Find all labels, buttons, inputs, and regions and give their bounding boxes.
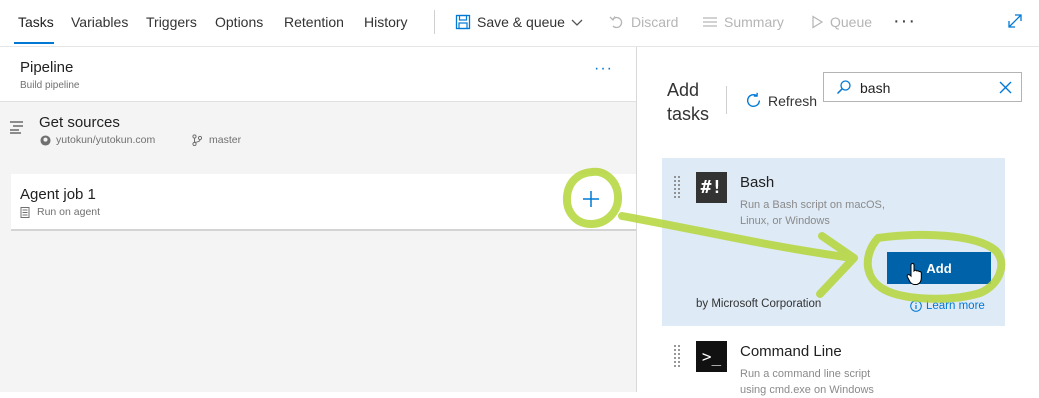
refresh-button[interactable]: Refresh (745, 92, 817, 109)
agent-job-title: Agent job 1 (20, 186, 96, 203)
repo-name: yutokun/yutokun.com (56, 134, 156, 146)
tab-history[interactable]: History (364, 14, 408, 30)
tab-triggers[interactable]: Triggers (146, 14, 197, 30)
toolbar-separator (434, 10, 435, 34)
get-sources-title: Get sources (39, 114, 120, 131)
cmd-desc-line1: Run a command line script (740, 368, 871, 380)
refresh-icon (747, 92, 761, 108)
pipeline-more-button[interactable]: ··· (594, 60, 613, 78)
add-tasks-heading: Add tasks (667, 78, 709, 126)
more-actions-button[interactable]: ··· (893, 10, 916, 33)
queue-button[interactable]: Queue (810, 14, 872, 30)
bash-desc-line1: Run a Bash script on macOS, (740, 199, 885, 211)
tab-tasks[interactable]: Tasks (18, 14, 54, 30)
summary-button[interactable]: Summary (702, 14, 784, 30)
list-icon (703, 17, 717, 27)
task-search-input[interactable] (823, 72, 1022, 102)
discard-label: Discard (631, 14, 679, 30)
active-tab-indicator (14, 42, 54, 44)
clear-search-icon[interactable] (999, 81, 1012, 94)
add-tasks-heading-line2: tasks (667, 104, 710, 124)
bash-icon: #! (696, 172, 727, 203)
github-icon (40, 135, 51, 146)
pipeline-title: Pipeline (20, 59, 74, 76)
info-icon (910, 300, 922, 312)
learn-more-link[interactable]: Learn more (910, 300, 985, 312)
bash-task-title: Bash (740, 174, 775, 191)
branch-name: master (209, 134, 242, 146)
learn-more-label: Learn more (926, 300, 985, 312)
save-icon (455, 14, 471, 30)
play-icon (812, 15, 824, 29)
command-line-task-title: Command Line (740, 343, 842, 360)
heading-separator (726, 86, 727, 114)
drag-handle-icon[interactable] (673, 175, 681, 201)
terminal-icon: >_ (696, 341, 727, 372)
pipeline-subtitle: Build pipeline (20, 80, 80, 91)
search-value: bash (860, 80, 891, 96)
expand-icon[interactable] (1007, 13, 1023, 29)
command-line-task-description: Run a command line script using cmd.exe … (740, 366, 874, 398)
discard-button[interactable]: Discard (609, 14, 678, 30)
save-queue-button[interactable]: Save & queue (455, 14, 583, 30)
tab-retention[interactable]: Retention (284, 14, 344, 30)
branch-icon (192, 134, 202, 146)
add-task-plus-icon[interactable] (582, 190, 600, 208)
bash-task-description: Run a Bash script on macOS, Linux, or Wi… (740, 197, 885, 229)
summary-label: Summary (724, 14, 784, 30)
queue-label: Queue (830, 14, 873, 30)
add-bash-task-button[interactable]: Add (887, 252, 991, 284)
agent-job-card[interactable] (11, 174, 636, 231)
agent-icon (20, 207, 30, 218)
tab-variables[interactable]: Variables (71, 14, 128, 30)
refresh-label: Refresh (768, 92, 818, 109)
search-icon (836, 80, 851, 95)
pane-divider (636, 47, 637, 392)
get-sources-icon (10, 121, 23, 134)
agent-job-subtitle: Run on agent (37, 206, 101, 218)
undo-icon (609, 16, 623, 29)
bash-byline: by Microsoft Corporation (696, 298, 822, 310)
tab-options[interactable]: Options (215, 14, 263, 30)
hand-cursor-icon (906, 262, 922, 285)
cmd-desc-line2: using cmd.exe on Windows (740, 384, 874, 396)
drag-handle-icon[interactable] (673, 344, 681, 370)
pipeline-header[interactable] (0, 47, 636, 102)
save-queue-label: Save & queue (477, 14, 565, 30)
chevron-down-icon[interactable] (571, 16, 583, 28)
bash-desc-line2: Linux, or Windows (740, 215, 830, 227)
add-button-label: Add (926, 260, 952, 276)
add-tasks-heading-line1: Add (667, 80, 700, 100)
